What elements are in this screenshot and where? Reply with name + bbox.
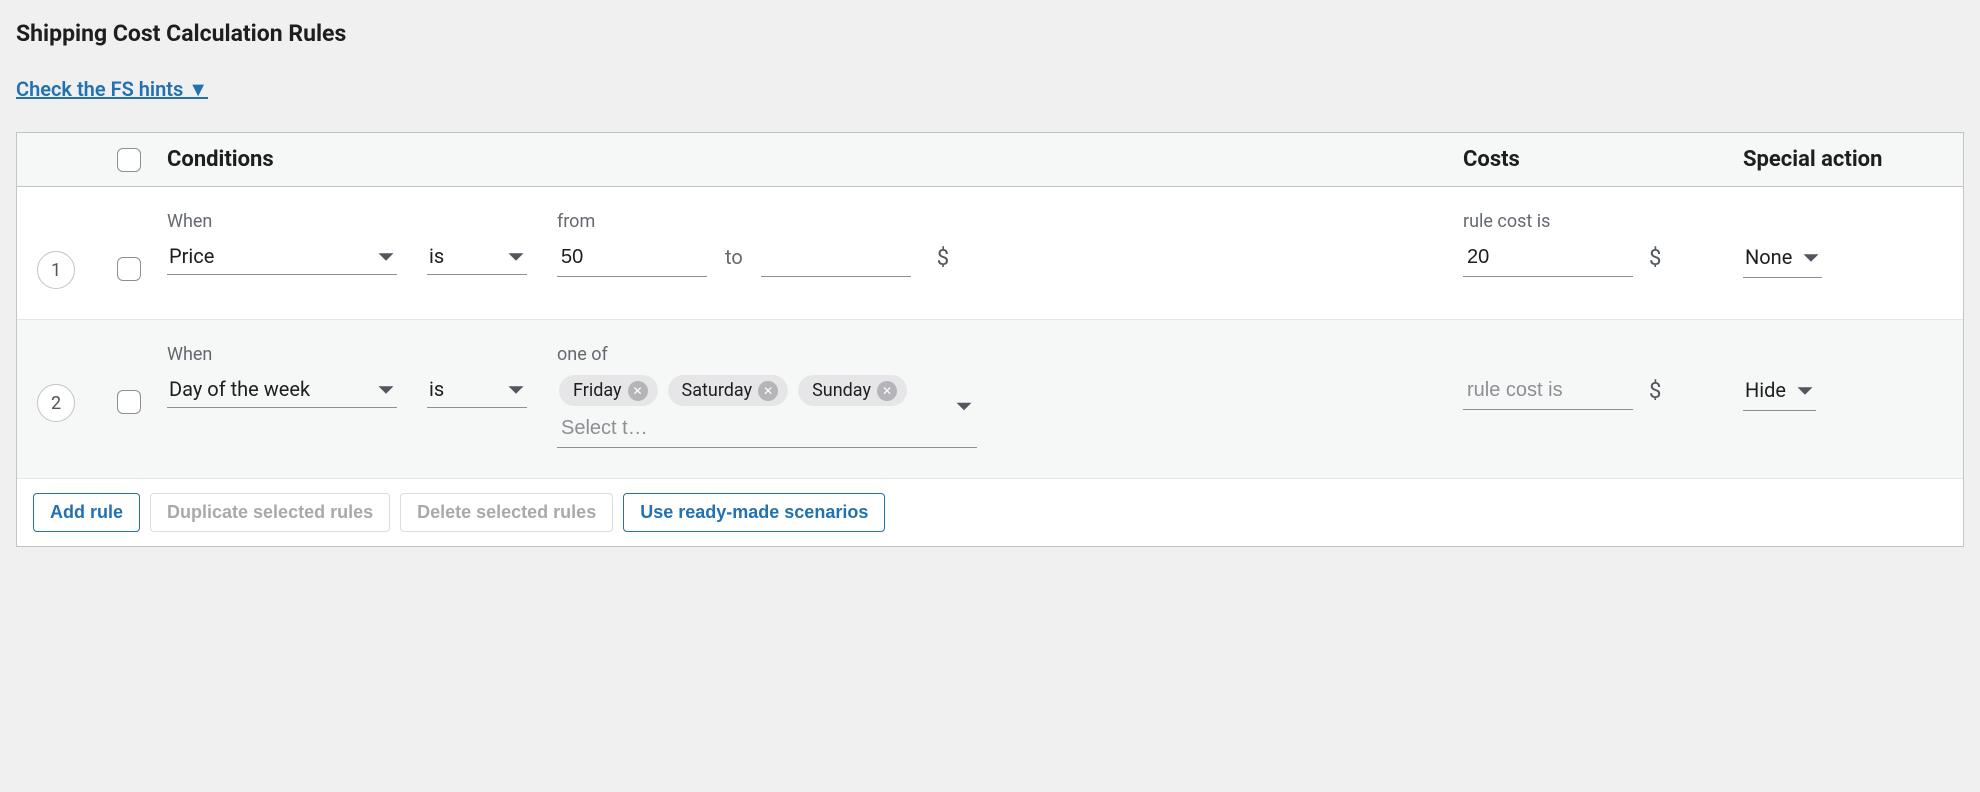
when-select-value: Day of the week — [169, 377, 310, 401]
from-label: from — [557, 211, 949, 232]
chevron-down-icon — [377, 377, 395, 401]
operator-select[interactable]: is — [427, 371, 527, 408]
hints-link[interactable]: Check the FS hints ▼ — [16, 77, 208, 102]
special-action-value: Hide — [1745, 378, 1786, 402]
rule-cost-input[interactable] — [1463, 371, 1633, 410]
tag-chip: Sunday ✕ — [798, 375, 907, 406]
currency-symbol: $ — [1649, 246, 1661, 277]
chevron-down-icon — [1796, 378, 1814, 402]
special-action-value: None — [1745, 245, 1792, 269]
operator-select-value: is — [429, 244, 444, 268]
rule-select-checkbox[interactable] — [117, 390, 141, 414]
table-header: Conditions Costs Special action — [17, 133, 1963, 187]
currency-symbol: $ — [937, 246, 949, 277]
rule-row: 2 When Day of the week is — [17, 320, 1963, 479]
to-input[interactable] — [761, 238, 911, 277]
to-label: to — [725, 245, 743, 277]
delete-rules-button[interactable]: Delete selected rules — [400, 493, 613, 532]
chevron-down-icon — [507, 244, 525, 268]
remove-tag-icon[interactable]: ✕ — [877, 381, 897, 401]
tag-chip: Friday ✕ — [559, 375, 658, 406]
footer-bar: Add rule Duplicate selected rules Delete… — [17, 479, 1963, 546]
when-select[interactable]: Price — [167, 238, 397, 275]
chevron-down-icon — [377, 244, 395, 268]
rule-row: 1 When Price is — [17, 187, 1963, 320]
use-scenarios-button[interactable]: Use ready-made scenarios — [623, 493, 885, 532]
remove-tag-icon[interactable]: ✕ — [758, 381, 778, 401]
operator-select-value: is — [429, 377, 444, 401]
chevron-down-icon[interactable] — [955, 398, 973, 417]
column-header-special-action: Special action — [1743, 147, 1943, 172]
rule-select-checkbox[interactable] — [117, 257, 141, 281]
chevron-down-icon — [507, 377, 525, 401]
multiselect-search-input[interactable] — [559, 416, 975, 441]
rule-cost-label: rule cost is — [1463, 211, 1743, 232]
select-all-checkbox[interactable] — [117, 148, 141, 172]
special-action-select[interactable]: None — [1743, 241, 1822, 278]
tag-chip: Saturday ✕ — [668, 375, 789, 406]
days-multiselect[interactable]: Friday ✕ Saturday ✕ Sunday ✕ — [557, 371, 977, 448]
special-action-select[interactable]: Hide — [1743, 374, 1816, 411]
rule-cost-input[interactable] — [1463, 238, 1633, 277]
page-title: Shipping Cost Calculation Rules — [16, 20, 1964, 47]
from-input[interactable] — [557, 238, 707, 277]
column-header-conditions: Conditions — [167, 147, 1463, 172]
rule-index-badge: 2 — [37, 384, 75, 422]
when-label: When — [167, 211, 397, 232]
rule-index-badge: 1 — [37, 251, 75, 289]
operator-select[interactable]: is — [427, 238, 527, 275]
duplicate-rules-button[interactable]: Duplicate selected rules — [150, 493, 390, 532]
currency-symbol: $ — [1649, 379, 1661, 410]
when-label: When — [167, 344, 397, 365]
chevron-down-icon — [1802, 245, 1820, 269]
one-of-label: one of — [557, 344, 977, 365]
rules-table: Conditions Costs Special action 1 When P… — [16, 132, 1964, 547]
remove-tag-icon[interactable]: ✕ — [628, 381, 648, 401]
column-header-costs: Costs — [1463, 147, 1743, 172]
add-rule-button[interactable]: Add rule — [33, 493, 140, 532]
when-select-value: Price — [169, 244, 214, 268]
when-select[interactable]: Day of the week — [167, 371, 397, 408]
